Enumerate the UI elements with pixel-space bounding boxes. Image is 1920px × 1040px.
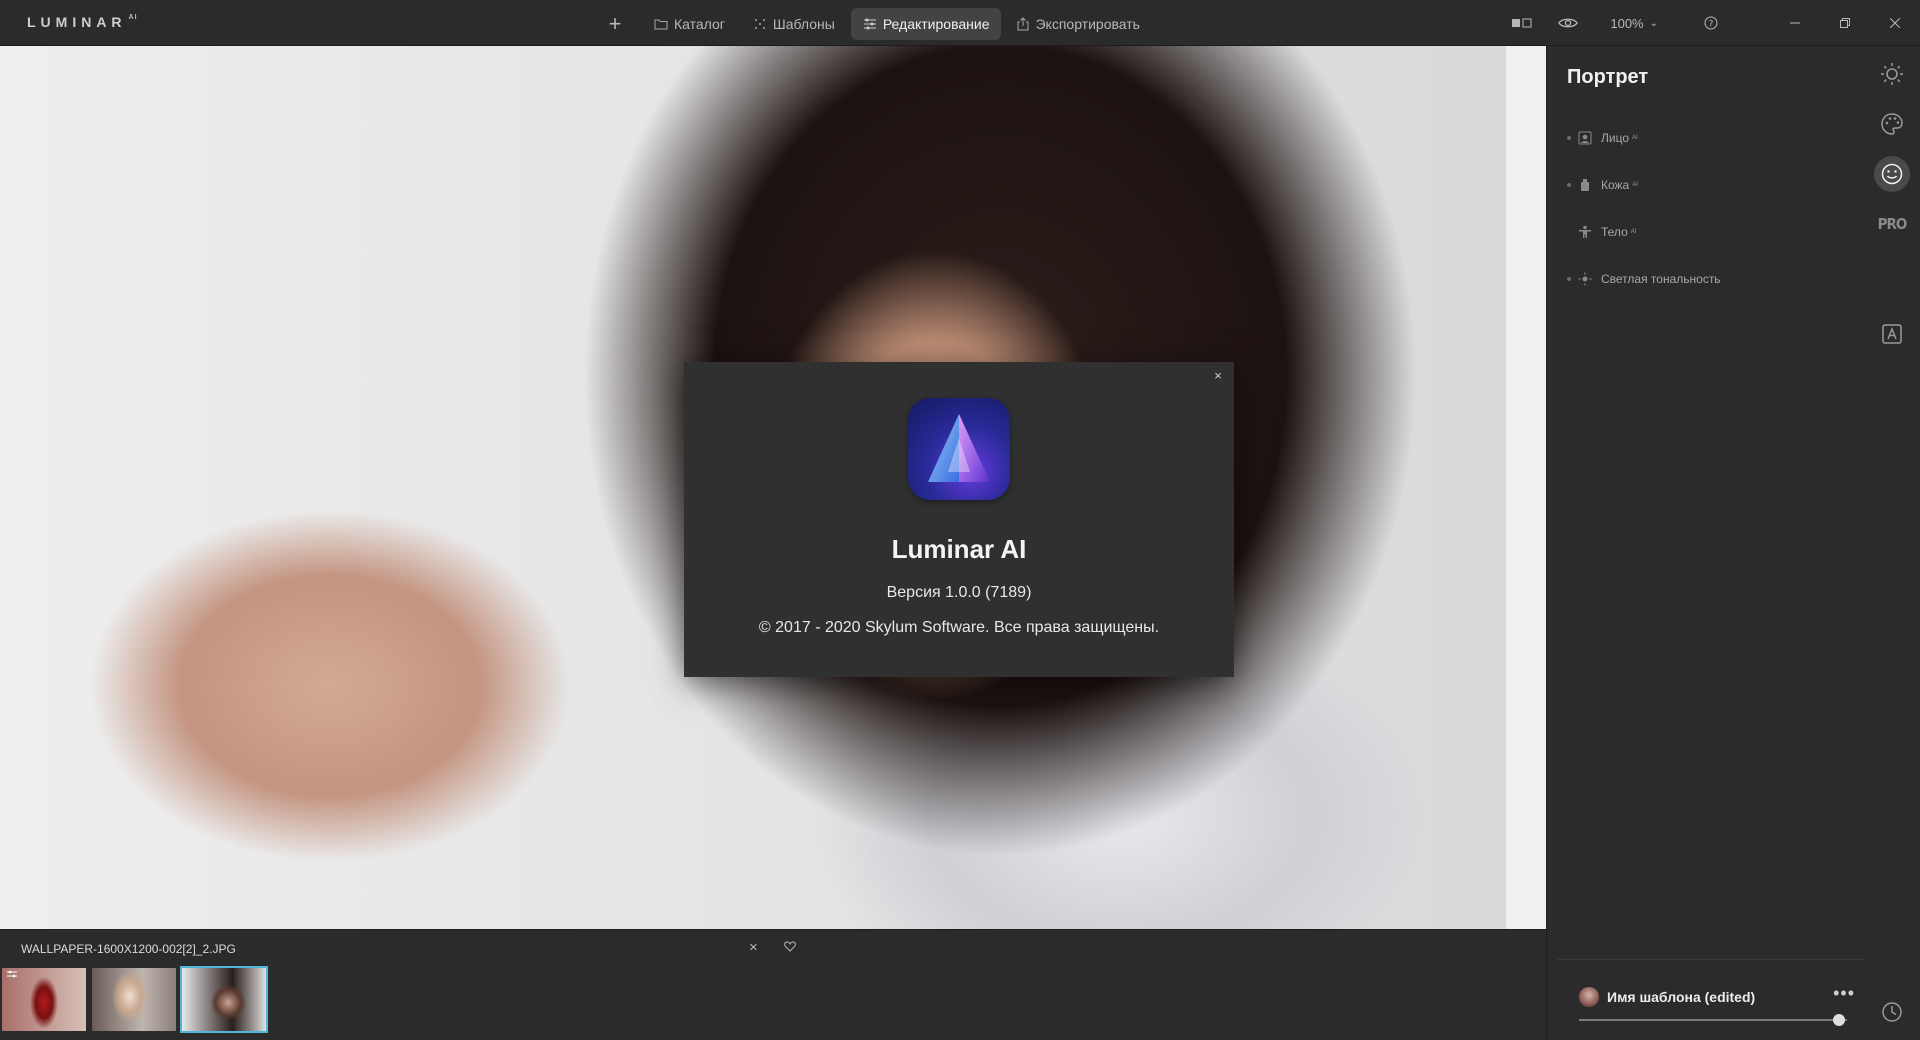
- dialog-copyright: © 2017 - 2020 Skylum Software. Все права…: [758, 619, 1160, 636]
- main-nav: + Каталог Шаблоны Редактирование Экспорт…: [600, 8, 1156, 40]
- high-key-icon: [1577, 271, 1593, 287]
- dialog-title: Luminar AI: [891, 534, 1027, 564]
- edit-panel: Портрет Лицо AI Кожа AI Тело AI Светлая тон…: [1546, 46, 1875, 1040]
- template-avatar: [1579, 987, 1599, 1007]
- tool-skin-sup: AI: [1632, 181, 1638, 188]
- tool-face-sup: AI: [1632, 134, 1638, 141]
- templates-icon: [754, 19, 765, 29]
- minimize-button[interactable]: [1770, 0, 1820, 46]
- logo-sup: AI: [128, 14, 138, 21]
- reject-button[interactable]: ×: [749, 939, 758, 956]
- tool-skin-label: Кожа: [1601, 177, 1630, 192]
- portrait-button[interactable]: [1874, 156, 1910, 192]
- dialog-version: Версия 1.0.0 (7189): [886, 584, 1032, 601]
- svg-text:?: ?: [1709, 20, 1714, 30]
- tool-skin[interactable]: Кожа AI: [1547, 161, 1864, 208]
- luminar-prism-icon: [928, 414, 990, 482]
- about-dialog: × Luminar AI Версия 1.0.0 (7189) © 2017 …: [684, 362, 1234, 677]
- photo-edge: [1506, 46, 1546, 929]
- logo-text: LUMINAR: [27, 14, 127, 30]
- edited-badge-icon: [7, 970, 17, 978]
- preview-button[interactable]: [1542, 0, 1594, 46]
- tool-high-key-label: Светлая тональность: [1601, 271, 1721, 286]
- skin-icon: [1577, 177, 1593, 193]
- filmstrip: WALLPAPER-1600X1200-002[2]_2.JPG ×: [0, 929, 1546, 1040]
- restore-button[interactable]: [1820, 0, 1870, 46]
- dialog-close-button[interactable]: ×: [1210, 368, 1226, 384]
- eye-icon: [1558, 18, 1579, 28]
- chevron-down-icon: ⌄: [1649, 17, 1658, 29]
- essentials-button[interactable]: [1874, 56, 1910, 92]
- tab-templates[interactable]: Шаблоны: [741, 8, 847, 40]
- tab-export-label: Экспортировать: [1035, 16, 1140, 32]
- tool-dot: [1567, 135, 1571, 140]
- tab-catalog[interactable]: Каталог: [642, 8, 737, 40]
- minimize-icon: [1790, 22, 1800, 24]
- palette-icon: [1881, 113, 1903, 135]
- history-button[interactable]: [1874, 994, 1910, 1030]
- close-icon: [1890, 18, 1900, 28]
- smile-icon: [1881, 163, 1903, 185]
- compare-icon: [1512, 18, 1532, 28]
- tool-dot: [1567, 276, 1571, 281]
- divider: [1557, 959, 1875, 960]
- tool-face[interactable]: Лицо AI: [1547, 114, 1864, 161]
- thumbnail-2[interactable]: [92, 968, 176, 1031]
- template-name: Имя шаблона (edited): [1607, 989, 1756, 1005]
- canvas-icon: [1882, 324, 1902, 344]
- folder-icon: [654, 19, 668, 30]
- thumbnail-list: [2, 966, 272, 1033]
- tab-catalog-label: Каталог: [674, 16, 725, 32]
- app-logo: LUMINAR AI: [27, 14, 138, 30]
- compare-button[interactable]: [1502, 0, 1542, 46]
- thumbnail-3[interactable]: [180, 966, 268, 1033]
- tool-body[interactable]: Тело AI: [1547, 208, 1864, 255]
- creative-button[interactable]: [1874, 106, 1910, 142]
- zoom-dropdown[interactable]: 100% ⌄: [1610, 0, 1658, 46]
- tool-high-key[interactable]: Светлая тональность: [1547, 255, 1864, 302]
- tool-face-label: Лицо: [1601, 130, 1629, 145]
- zoom-value: 100%: [1610, 15, 1644, 31]
- template-amount-slider-thumb[interactable]: [1832, 1014, 1845, 1026]
- tab-edit[interactable]: Редактирование: [850, 8, 1002, 40]
- favorite-button[interactable]: [784, 939, 796, 957]
- tool-dot: [1567, 230, 1571, 234]
- template-row[interactable]: Имя шаблона (edited): [1579, 987, 1755, 1007]
- panel-title: Портрет: [1567, 66, 1649, 88]
- tab-edit-label: Редактирование: [882, 16, 990, 32]
- heart-icon: [784, 941, 796, 952]
- window-controls: 100% ⌄ ?: [1502, 0, 1920, 46]
- template-bar: Имя шаблона (edited) •••: [1557, 959, 1875, 1026]
- tool-dot: [1567, 182, 1571, 187]
- close-window-button[interactable]: [1870, 0, 1920, 46]
- tool-body-sup: AI: [1630, 228, 1637, 235]
- help-icon: ?: [1704, 16, 1718, 30]
- sun-icon: [1881, 63, 1903, 85]
- sliders-icon: [863, 18, 876, 30]
- template-amount-slider[interactable]: [1579, 1019, 1847, 1021]
- history-icon: [1882, 1002, 1902, 1022]
- file-name: WALLPAPER-1600X1200-002[2]_2.JPG: [21, 942, 236, 956]
- help-button[interactable]: ?: [1696, 0, 1726, 46]
- pro-icon: PRO: [1877, 215, 1908, 233]
- export-icon: [1017, 17, 1029, 31]
- restore-icon: [1840, 18, 1850, 28]
- tool-list: Лицо AI Кожа AI Тело AI Светлая тональность: [1547, 114, 1864, 302]
- body-icon: [1577, 224, 1593, 240]
- thumbnail-1[interactable]: [2, 968, 86, 1031]
- add-button[interactable]: +: [600, 9, 630, 39]
- canvas-button[interactable]: [1874, 316, 1910, 352]
- face-icon: [1577, 130, 1593, 146]
- pro-button[interactable]: PRO: [1874, 206, 1910, 242]
- tab-export[interactable]: Экспортировать: [1005, 8, 1151, 40]
- tool-rail: PRO: [1864, 46, 1920, 1040]
- top-bar: LUMINAR AI + Каталог Шаблоны Редактирован…: [0, 0, 1920, 46]
- tool-body-label: Тело: [1601, 224, 1628, 239]
- tab-templates-label: Шаблоны: [772, 16, 835, 32]
- luminar-app-icon: [908, 398, 1010, 500]
- template-more-button[interactable]: •••: [1833, 983, 1855, 1004]
